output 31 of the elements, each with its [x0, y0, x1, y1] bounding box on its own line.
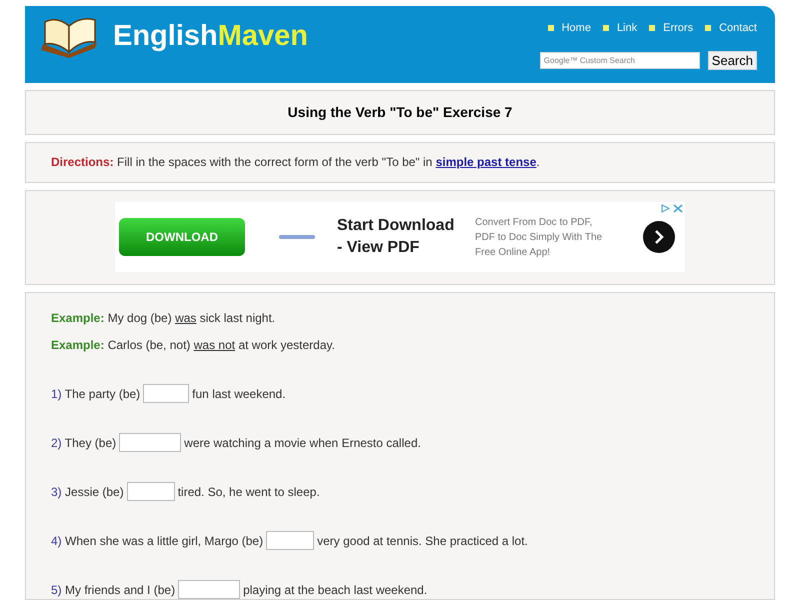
- example-sentence: Example: Carlos (be, not) was not at work yesterday.: [51, 337, 336, 354]
- search-button[interactable]: Search: [708, 50, 757, 70]
- directions-text: Directions: Fill in the spaces with the correct form of the verb "To be" in simple past tense.: [51, 154, 540, 172]
- ad-headline: Start Download - View PDF: [337, 216, 456, 258]
- answer-field[interactable]: [126, 482, 175, 502]
- tense-link[interactable]: simple past tense: [436, 155, 536, 170]
- question-text: 2) They (be): [51, 434, 116, 452]
- site-logo[interactable]: EnglishMaven: [113, 22, 308, 51]
- download-button[interactable]: DOWNLOAD: [119, 218, 245, 256]
- question-text: playing at the beach last weekend.: [243, 582, 428, 599]
- example-sentence: Example: My dog (be) was sick last night.: [51, 310, 276, 328]
- question-text: were watching a movie when Ernesto called.: [184, 434, 421, 452]
- answer-field[interactable]: [178, 580, 240, 600]
- question-text: 3) Jessie (be): [51, 484, 124, 501]
- answer-field[interactable]: [266, 531, 314, 550]
- question-text: 5) My friends and I (be): [51, 582, 176, 599]
- question-text: very good at tennis. She practiced a lot.: [317, 532, 528, 550]
- nav-link[interactable]: Link: [602, 20, 638, 36]
- ad-description: Convert From Doc to PDF, PDF to Doc Simply With The Free Online App!: [475, 216, 604, 260]
- page-title: Using the Verb "To be" Exercise 7: [288, 103, 512, 122]
- question-text: 4) When she was a little girl, Margo (be): [51, 532, 264, 550]
- answer-field[interactable]: [143, 384, 190, 404]
- nav-link[interactable]: Contact: [705, 20, 757, 36]
- question-text: 1) The party (be): [51, 386, 140, 403]
- search-field[interactable]: Google™ Custom Search: [540, 52, 700, 68]
- nav-link[interactable]: Home: [548, 20, 591, 36]
- nav-link[interactable]: Errors: [649, 20, 694, 36]
- ad-choices-icon[interactable]: [661, 204, 683, 214]
- answer-field[interactable]: [119, 433, 182, 452]
- question-text: tired. So, he went to sleep.: [178, 484, 320, 501]
- question-text: fun last weekend.: [192, 386, 286, 403]
